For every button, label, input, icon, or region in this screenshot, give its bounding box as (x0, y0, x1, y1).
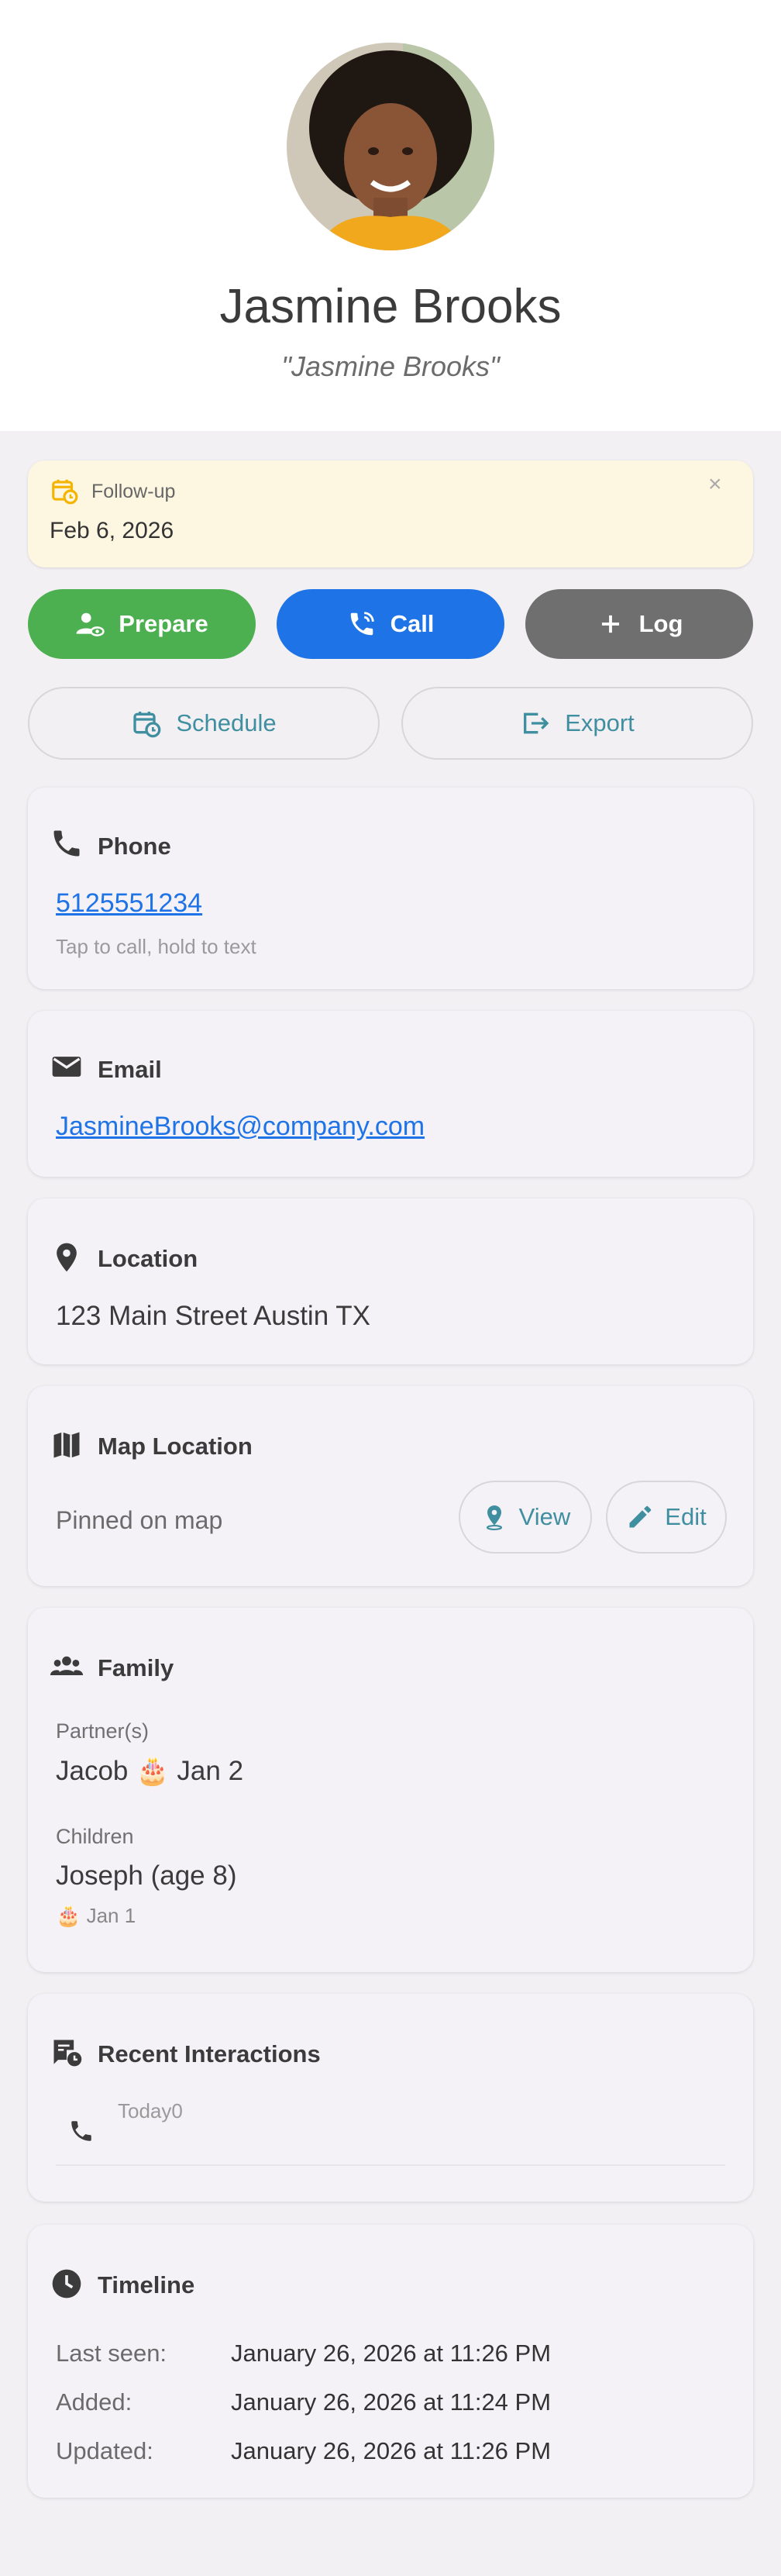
location-title: Location (98, 1245, 198, 1272)
call-label: Call (390, 610, 435, 637)
history-icon (53, 2040, 82, 2067)
plus-icon (601, 615, 619, 633)
added-value: January 26, 2026 at 11:24 PM (231, 2388, 552, 2416)
person-view-icon (76, 612, 105, 636)
added-label: Added: (56, 2388, 132, 2416)
edit-label: Edit (665, 1503, 707, 1530)
avatar[interactable] (287, 43, 494, 250)
export-label: Export (565, 709, 635, 736)
recent-interactions-card: Recent Interactions Today0 (28, 1994, 753, 2202)
call-button[interactable]: Call (277, 589, 504, 659)
updated-label: Updated: (56, 2437, 153, 2464)
followup-date: Feb 6, 2026 (50, 518, 174, 543)
interactions-title: Recent Interactions (98, 2040, 321, 2067)
followup-banner[interactable]: Follow-up Feb 6, 2026 × (28, 460, 753, 567)
view-map-button[interactable]: View (459, 1481, 592, 1554)
schedule-button[interactable]: Schedule (28, 687, 380, 760)
phone-hint: Tap to call, hold to text (56, 935, 256, 958)
interaction-date: Today0 (118, 2099, 183, 2123)
location-card: Location 123 Main Street Austin TX (28, 1198, 753, 1364)
family-card: Family Partner(s) Jacob 🎂 Jan 2 Children… (28, 1608, 753, 1972)
calendar-clock-icon (133, 712, 161, 738)
export-icon (524, 712, 549, 734)
phone-card: Phone 5125551234 Tap to call, hold to te… (28, 788, 753, 989)
child-birthday: 🎂 Jan 1 (56, 1904, 136, 1927)
people-icon (50, 1656, 84, 1675)
map-location-card: Map Location Pinned on map View Edit (28, 1386, 753, 1586)
phone-icon (71, 2121, 91, 2141)
schedule-label: Schedule (176, 709, 277, 736)
email-card: Email JasmineBrooks@company.com (28, 1011, 753, 1177)
phone-number-link[interactable]: 5125551234 (56, 888, 202, 919)
children-label: Children (56, 1825, 134, 1848)
profile-header: Jasmine Brooks "Jasmine Brooks" (0, 0, 781, 431)
contact-nickname: "Jasmine Brooks" (281, 350, 500, 382)
last-seen-label: Last seen: (56, 2340, 167, 2367)
map-pin-icon (486, 1505, 502, 1530)
timeline-card: Timeline Last seen: January 26, 2026 at … (28, 2225, 753, 2498)
family-title: Family (98, 1654, 174, 1681)
email-icon (52, 1057, 81, 1077)
edit-map-button[interactable]: Edit (606, 1481, 727, 1554)
map-icon (53, 1432, 80, 1458)
prepare-label: Prepare (119, 610, 208, 637)
email-address-link[interactable]: JasmineBrooks@company.com (56, 1112, 425, 1142)
phone-title: Phone (98, 833, 171, 860)
partners-label: Partner(s) (56, 1719, 150, 1743)
child-entry: Joseph (age 8) (56, 1860, 237, 1891)
log-button[interactable]: Log (525, 589, 753, 659)
contact-name: Jasmine Brooks (219, 280, 562, 333)
location-pin-icon (57, 1243, 77, 1272)
pencil-icon (629, 1505, 652, 1528)
timeline-title: Timeline (98, 2271, 195, 2298)
phone-icon (53, 830, 80, 857)
log-label: Log (638, 610, 683, 637)
view-label: View (518, 1503, 571, 1530)
email-title: Email (98, 1056, 162, 1083)
location-address: 123 Main Street Austin TX (56, 1301, 370, 1331)
close-icon[interactable]: × (708, 471, 722, 498)
map-title: Map Location (98, 1433, 253, 1460)
updated-value: January 26, 2026 at 11:26 PM (231, 2437, 552, 2464)
phone-call-icon (350, 612, 374, 636)
calendar-clock-icon (52, 479, 78, 505)
last-seen-value: January 26, 2026 at 11:26 PM (231, 2340, 552, 2367)
clock-icon (52, 2269, 81, 2298)
interaction-row[interactable]: Today0 (56, 2095, 725, 2166)
partner-entry: Jacob 🎂 Jan 2 (56, 1756, 244, 1786)
prepare-button[interactable]: Prepare (28, 589, 256, 659)
export-button[interactable]: Export (401, 687, 753, 760)
followup-label: Follow-up (91, 481, 176, 502)
map-status: Pinned on map (56, 1506, 223, 1534)
